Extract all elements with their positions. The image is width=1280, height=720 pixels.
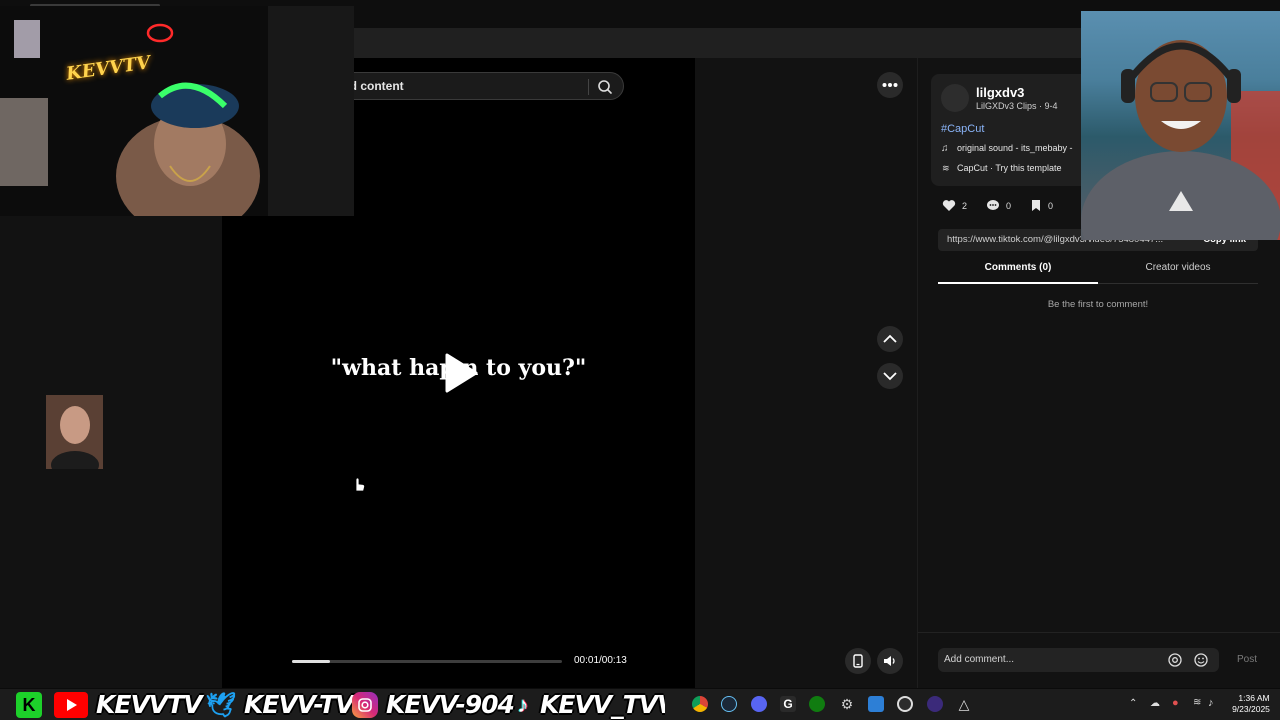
avatar[interactable] xyxy=(941,84,969,112)
chrome-icon[interactable] xyxy=(692,696,708,712)
xbox-icon[interactable] xyxy=(809,696,825,712)
search-icon[interactable] xyxy=(595,77,615,97)
save-button[interactable]: 0 xyxy=(1030,199,1053,212)
comment-divider xyxy=(918,632,1280,633)
tiktok-handle: KEVV_TVV xyxy=(540,690,665,719)
instagram-handle: KEVV-904 xyxy=(386,690,515,719)
previous-video-button[interactable] xyxy=(877,326,903,352)
clock-date[interactable]: 9/23/2025 xyxy=(1228,704,1274,714)
instagram-icon xyxy=(352,692,378,718)
author-subtitle: LilGXDv3 Clips · 9-4 xyxy=(976,101,1058,111)
guest-webcam xyxy=(1081,11,1280,240)
comment-input[interactable]: Add comment... xyxy=(938,648,1219,672)
steam-icon[interactable] xyxy=(721,696,737,712)
chevron-up-icon xyxy=(883,334,897,343)
twitter-handle: KEVV-TV xyxy=(244,690,354,719)
mobile-view-button[interactable] xyxy=(845,648,871,674)
store-icon[interactable] xyxy=(868,696,884,712)
settings-icon[interactable]: ⚙ xyxy=(839,696,855,712)
search-input[interactable]: ed content xyxy=(320,72,624,100)
speaker-icon[interactable]: ♪ xyxy=(1208,697,1214,709)
more-options-button[interactable] xyxy=(877,72,903,98)
save-count: 0 xyxy=(1048,200,1054,211)
wifi-icon[interactable]: ≋ xyxy=(1193,697,1201,708)
photo-scene xyxy=(46,395,103,469)
search-divider xyxy=(588,79,589,95)
youtube-handle: KEVVTV xyxy=(96,690,203,719)
discord-icon[interactable] xyxy=(751,696,767,712)
social-handles-banner: K KEVVTV 🕊 KEVV-TV KEVV-904 ♪ KEVV_TVV xyxy=(0,689,665,720)
comment-icon xyxy=(987,200,999,210)
template-link[interactable]: CapCut · Try this template xyxy=(957,163,1062,173)
time-label: 00:01/00:13 xyxy=(574,655,627,666)
webcam-scene xyxy=(0,6,354,216)
network-icon[interactable]: ☁ xyxy=(1150,698,1160,709)
comment-button[interactable]: 0 xyxy=(986,199,1011,212)
mention-icon[interactable] xyxy=(1167,652,1183,668)
play-icon[interactable] xyxy=(443,352,479,394)
emoji-icon[interactable] xyxy=(1193,652,1209,668)
sound-link[interactable]: original sound - its_mebaby - xyxy=(957,143,1073,153)
youtube-icon xyxy=(54,692,88,718)
phone-icon xyxy=(853,654,863,668)
obs-icon[interactable] xyxy=(897,696,913,712)
clock-time[interactable]: 1:36 AM xyxy=(1234,693,1274,703)
tray-chevron-icon[interactable]: ⌃ xyxy=(1129,698,1137,709)
microphone-icon[interactable]: ● xyxy=(1172,697,1179,709)
chevron-down-icon xyxy=(883,372,897,381)
like-button[interactable]: 2 xyxy=(942,199,967,212)
next-video-button[interactable] xyxy=(877,363,903,389)
media-icon[interactable] xyxy=(927,696,943,712)
comment-placeholder: Add comment... xyxy=(944,654,1015,665)
author-name[interactable]: lilgxdv3 xyxy=(976,85,1024,100)
heart-icon xyxy=(942,200,956,211)
bookmark-icon xyxy=(1032,200,1040,211)
kick-icon: K xyxy=(16,692,42,718)
pinned-photo xyxy=(46,395,103,469)
more-dots-icon xyxy=(882,83,898,87)
hashtag-link[interactable]: #CapCut xyxy=(941,123,984,135)
g-hub-icon[interactable]: G xyxy=(780,696,796,712)
capcut-icon: ≋ xyxy=(942,163,950,173)
like-count: 2 xyxy=(962,200,968,211)
comment-count: 0 xyxy=(1006,200,1012,211)
volume-button[interactable] xyxy=(877,648,903,674)
app-icon[interactable]: △ xyxy=(956,696,972,712)
streamer-webcam: KEVVTV xyxy=(0,6,354,216)
guest-webcam-scene xyxy=(1081,40,1280,240)
volume-icon xyxy=(884,656,895,666)
post-button[interactable]: Post xyxy=(1237,654,1257,665)
tab-comments[interactable]: Comments (0) xyxy=(938,262,1098,284)
twitter-icon: 🕊 xyxy=(205,691,237,719)
hand-cursor-icon xyxy=(355,477,365,492)
empty-comments-message: Be the first to comment! xyxy=(1047,299,1149,310)
progress-bar[interactable] xyxy=(292,660,562,663)
tab-creator-videos[interactable]: Creator videos xyxy=(1098,262,1258,284)
progress-fill xyxy=(292,660,330,663)
music-note-icon: ♫ xyxy=(941,143,949,154)
tiktok-icon: ♪ xyxy=(517,692,529,717)
